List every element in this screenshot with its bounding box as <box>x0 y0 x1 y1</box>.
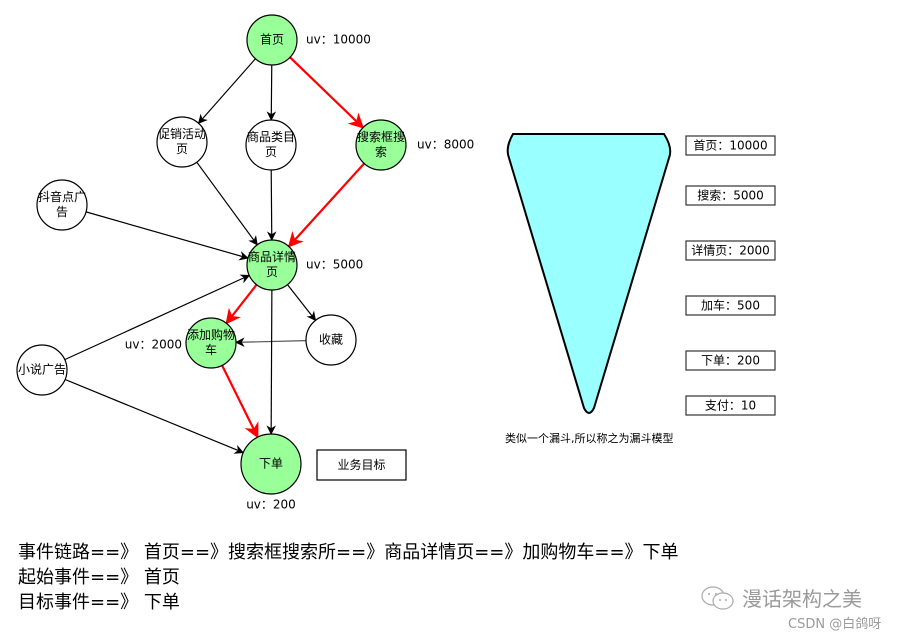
funnel-stage-label: 支付：10 <box>705 399 756 413</box>
node-label: 告 <box>56 205 68 219</box>
node-order: 下单 uv：200 <box>240 433 302 512</box>
edge-douyin-to-detail <box>85 211 249 261</box>
funnel-stage-boxes: 首页：10000 搜索：5000 详情页：2000 加车：500 下单：200 支付：10 <box>685 135 776 416</box>
node-cart: 添加购物车 uv：2000 <box>125 317 237 369</box>
watermark: 漫话架构之美 CSDN @白鸽呀 <box>700 583 881 632</box>
node-label: 页 <box>176 142 188 156</box>
node-label: 页 <box>266 265 278 279</box>
node-label: 添加购物 <box>187 327 235 342</box>
edge-detail-to-favorite <box>286 284 317 322</box>
node-label: 车 <box>205 342 217 357</box>
edge-home-to-search <box>289 56 365 129</box>
business-goal-label: 业务目标 <box>337 457 385 472</box>
edge-promo-to-detail <box>196 161 258 246</box>
uv-label: uv：8000 <box>417 138 474 152</box>
funnel-caption: 类似一个漏斗,所以称之为漏斗模型 <box>505 431 674 445</box>
node-promo: 促销活动页 <box>156 116 208 168</box>
node-label: 抖音点广 <box>38 189 86 204</box>
target-event-line: 目标事件==》 下单 <box>18 592 180 613</box>
node-category: 商品类目页 <box>245 119 297 171</box>
edge-search-to-detail <box>287 162 366 248</box>
node-detail: 商品详情页 uv：5000 <box>246 239 363 291</box>
watermark-brand: 漫话架构之美 <box>742 587 862 611</box>
node-label: 索 <box>375 145 387 159</box>
funnel-shape <box>506 133 672 414</box>
uv-label: uv：200 <box>246 498 296 512</box>
funnel-stage-box: 支付：10 <box>685 395 776 416</box>
uv-label: uv：2000 <box>125 338 182 352</box>
node-label: 收藏 <box>319 333 343 347</box>
node-search: 搜索框搜索 uv：8000 <box>355 119 474 171</box>
flow-edges <box>64 56 366 454</box>
funnel-stage-box: 搜索：5000 <box>685 185 776 206</box>
node-label: 搜索框搜 <box>357 129 405 144</box>
wechat-icon <box>701 585 734 610</box>
node-label: 小说广告 <box>18 362 66 377</box>
start-event-line: 起始事件==》 首页 <box>18 567 180 588</box>
funnel-stage-box: 首页：10000 <box>685 135 776 156</box>
funnel-stage-label: 下单：200 <box>701 354 760 368</box>
funnel-stage-label: 详情页：2000 <box>691 243 770 258</box>
node-label: 商品类目 <box>247 129 295 144</box>
event-chain-line: 事件链路==》 首页==》搜索框搜索所==》商品详情页==》加购物车==》下单 <box>18 542 679 563</box>
node-home: 首页 uv：10000 <box>246 14 371 66</box>
uv-label: uv：10000 <box>306 33 371 47</box>
edge-home-to-category <box>266 64 277 121</box>
edge-cart-to-order <box>221 364 259 439</box>
funnel-stage-box: 详情页：2000 <box>685 240 776 261</box>
funnel-stage-box: 下单：200 <box>685 350 776 371</box>
node-favorite: 收藏 <box>305 314 357 366</box>
edge-detail-to-order <box>266 289 276 435</box>
edge-favorite-to-cart <box>235 337 307 347</box>
flow-nodes: 首页 uv：10000促销活动页商品类目页搜索框搜索uv：8000抖音点广告商品详… <box>16 14 474 512</box>
edge-home-to-promo <box>197 58 256 124</box>
node-label: 商品详情 <box>248 249 296 264</box>
funnel-stage-label: 搜索：5000 <box>697 188 764 203</box>
edge-novel-to-order <box>64 378 245 454</box>
edge-category-to-detail <box>266 169 277 241</box>
edge-detail-to-cart <box>225 284 258 325</box>
node-label: 首页 <box>260 33 284 47</box>
event-summary: 事件链路==》 首页==》搜索框搜索所==》商品详情页==》加购物车==》下单 … <box>18 540 679 615</box>
funnel-stage-box: 加车：500 <box>685 295 776 316</box>
watermark-credit: CSDN @白鸽呀 <box>788 617 882 632</box>
node-novel: 小说广告 <box>16 344 68 396</box>
business-goal-box: 业务目标 <box>316 449 407 481</box>
funnel-stage-label: 首页：10000 <box>693 139 767 153</box>
node-label: 下单 <box>259 457 283 471</box>
uv-label: uv：5000 <box>306 258 363 272</box>
node-label: 页 <box>265 145 277 159</box>
node-label: 促销活动 <box>158 127 206 141</box>
funnel-stage-label: 加车：500 <box>701 298 760 313</box>
node-douyin: 抖音点广告 <box>36 179 88 231</box>
